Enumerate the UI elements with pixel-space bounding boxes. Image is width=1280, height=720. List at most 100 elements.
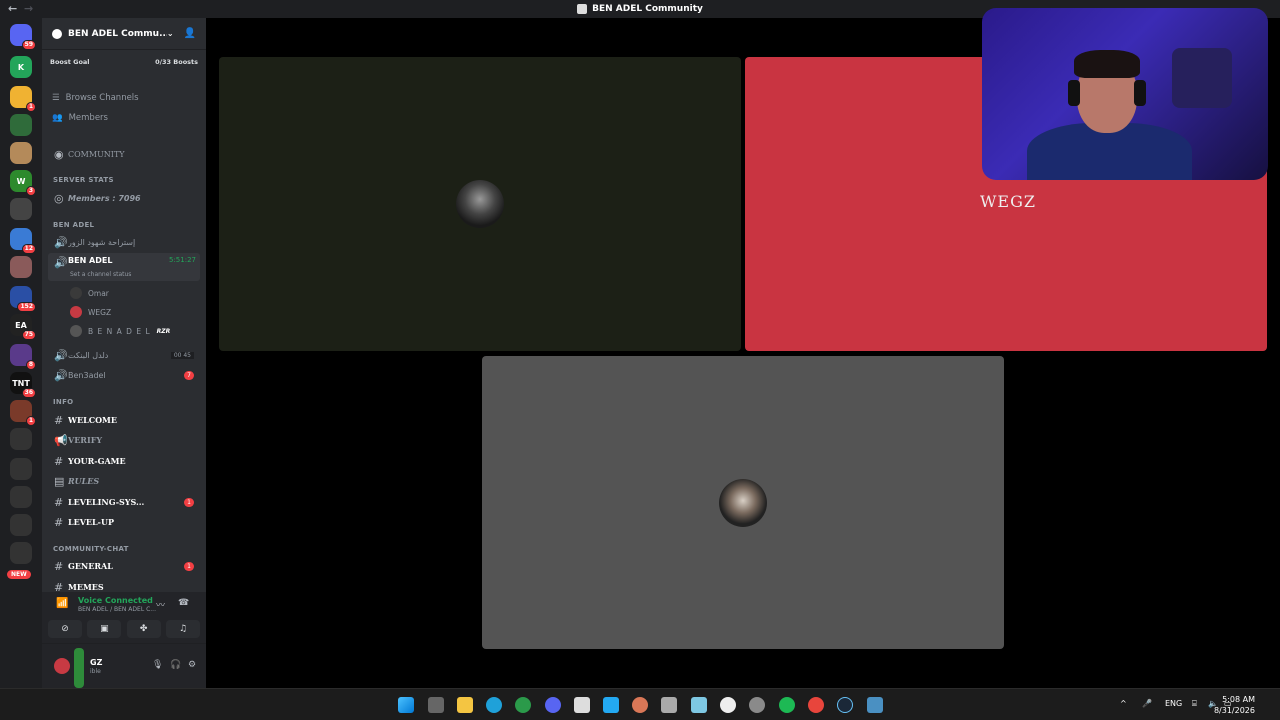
language-indicator[interactable]: ENG <box>1165 699 1182 708</box>
add-user-icon[interactable]: 👤 <box>184 28 196 39</box>
apollo-server-icon[interactable] <box>10 514 32 536</box>
voice-location[interactable]: BEN ADEL / BEN ADEL C... <box>78 606 166 613</box>
phoenix-server-icon[interactable] <box>10 428 32 450</box>
discord-icon[interactable] <box>545 697 561 713</box>
background-shelf <box>1172 48 1232 108</box>
collage-server-icon[interactable] <box>10 256 32 278</box>
chevron-up-icon[interactable]: ^ <box>1120 699 1127 708</box>
camera-off-button[interactable]: ⊘ <box>48 620 82 638</box>
category-info[interactable]: INFO <box>53 398 73 406</box>
avatar <box>70 287 82 299</box>
landscape-server-icon[interactable] <box>10 114 32 136</box>
microphone-icon[interactable]: 🎙 <box>152 660 163 670</box>
windows-start-icon[interactable] <box>398 697 414 713</box>
task-view-icon[interactable] <box>428 697 444 713</box>
ea-server-icon[interactable]: EA 75 <box>10 314 36 340</box>
channel-rules[interactable]: ▤ RULES <box>48 472 200 490</box>
channel-label: YOUR-GAME <box>68 456 126 466</box>
cipher-server-icon[interactable] <box>10 458 32 480</box>
headphones-right <box>1134 80 1146 106</box>
members-label: Members <box>68 113 108 123</box>
chevron-down-icon[interactable]: ⌄ <box>167 29 174 38</box>
channel-ben3adel[interactable]: 🔊 Ben3adel 7 <box>48 366 200 384</box>
voice-status[interactable]: Voice Connected <box>78 596 153 605</box>
channel-members-stat[interactable]: ◎ Members : 7096 <box>48 189 200 207</box>
speaker-icon: ◎ <box>54 191 64 205</box>
avatar-server-icon[interactable]: 152 <box>10 286 36 312</box>
voice-timer: 5:51:27 <box>169 256 196 264</box>
disconnect-icon[interactable]: ☎ <box>178 598 189 608</box>
channel-arabic-voice[interactable]: 🔊 إستراحة شهود الزور <box>48 233 200 251</box>
chrome-icon[interactable] <box>808 697 824 713</box>
screen-share-button[interactable]: ▣ <box>87 620 122 638</box>
browse-channels-item[interactable]: ☰ Browse Channels <box>52 93 139 103</box>
notepad-icon[interactable] <box>691 697 707 713</box>
rules-icon: ▤ <box>54 474 65 488</box>
spotify-icon[interactable] <box>779 697 795 713</box>
voice-user-wegz[interactable]: WEGZ <box>70 306 111 318</box>
back-arrow-icon[interactable]: ← <box>8 2 17 15</box>
category-community-chat[interactable]: COMMUNITY-CHAT <box>53 545 129 553</box>
video-tile-ben-adel[interactable] <box>482 356 1004 649</box>
w-server-icon[interactable]: W3 <box>10 170 36 196</box>
boost-goal-label: Boost Goal <box>50 58 90 66</box>
network-icon[interactable]: ⌸ <box>1192 699 1197 709</box>
channel-level-up[interactable]: # LEVEL-UP <box>48 513 200 531</box>
channel-welcome[interactable]: # WELCOME <box>48 411 200 429</box>
team-server-icon[interactable]: 1 <box>10 400 36 426</box>
server-header[interactable]: BEN ADEL Commu... ⌄ 👤 <box>42 18 206 50</box>
edge-icon[interactable] <box>486 697 502 713</box>
vscode-icon[interactable] <box>603 697 619 713</box>
mention-badge: 8 <box>25 360 36 370</box>
signal-icon: 📶 <box>56 598 69 609</box>
steam-icon[interactable] <box>837 697 853 713</box>
activities-button[interactable]: ✤ <box>126 620 161 638</box>
camera-off-icon: ⊘ <box>61 624 69 634</box>
soundboard-button[interactable]: ♫ <box>165 620 200 638</box>
channel-verify[interactable]: 📢 VERIFY <box>48 431 200 449</box>
fps-server-icon[interactable]: 12 <box>10 228 36 254</box>
avatar[interactable] <box>54 658 70 674</box>
discord-home-icon[interactable]: 59 <box>10 24 36 50</box>
app-window-icon[interactable] <box>661 697 677 713</box>
arabic-server-icon[interactable] <box>10 198 32 220</box>
mention-badge: 75 <box>21 330 36 340</box>
settings-icon[interactable] <box>749 697 765 713</box>
user-name[interactable]: GZ <box>90 658 102 667</box>
video-tile-omar[interactable] <box>219 57 741 351</box>
warrior-server-icon[interactable] <box>10 486 32 508</box>
mango-server-icon[interactable] <box>10 542 32 564</box>
voice-user-omar[interactable]: Omar <box>70 287 109 299</box>
headphones-icon[interactable]: 🎧 <box>170 660 181 670</box>
headphones-server-icon[interactable]: 1 <box>10 86 36 112</box>
claude-icon[interactable] <box>632 697 648 713</box>
channel-leveling[interactable]: # LEVELING-SYS... 1 <box>48 493 200 511</box>
category-ben-adel[interactable]: BEN ADEL <box>53 221 94 229</box>
microphone-tray-icon[interactable]: 🎤 <box>1142 699 1152 708</box>
channel-status[interactable]: Set a channel status <box>70 271 131 278</box>
app-q-icon[interactable] <box>515 697 531 713</box>
channel-general[interactable]: # GENERAL 1 <box>48 557 200 575</box>
server-name: BEN ADEL Commu... <box>68 28 167 39</box>
clock[interactable]: 5:08 AM 8/31/2026 <box>1214 694 1255 716</box>
forward-arrow-icon[interactable]: → <box>24 2 33 15</box>
boost-goal-bar[interactable]: Boost Goal 0/33 Boosts <box>50 55 198 69</box>
k-server-icon[interactable]: K <box>10 56 32 78</box>
app-image-icon[interactable] <box>867 697 883 713</box>
gear-icon[interactable]: ⚙ <box>188 660 196 670</box>
channel-community[interactable]: ◉ COMMUNITY <box>48 145 200 163</box>
category-server-stats[interactable]: SERVER STATS <box>53 176 114 184</box>
tnt-server-icon[interactable]: TNT 36 <box>10 372 36 398</box>
channel-your-game[interactable]: # YOUR-GAME <box>48 452 200 470</box>
channel-arabic-voice-2[interactable]: 🔊 دلدل البنكت 00 45 <box>48 346 200 364</box>
hash-icon: # <box>54 495 64 509</box>
activities-icon: ✤ <box>139 624 148 634</box>
obs-icon[interactable] <box>720 697 736 713</box>
file-explorer-icon[interactable] <box>457 697 473 713</box>
noise-suppression-icon[interactable]: 〰 <box>156 598 165 611</box>
app-a-icon[interactable] <box>574 697 590 713</box>
portrait-server-icon[interactable] <box>10 142 32 164</box>
game-server-icon[interactable]: 8 <box>10 344 36 370</box>
voice-user-ben-adel[interactable]: B E N A D E L RZR <box>70 325 170 337</box>
members-item[interactable]: 👥 Members <box>52 113 108 123</box>
